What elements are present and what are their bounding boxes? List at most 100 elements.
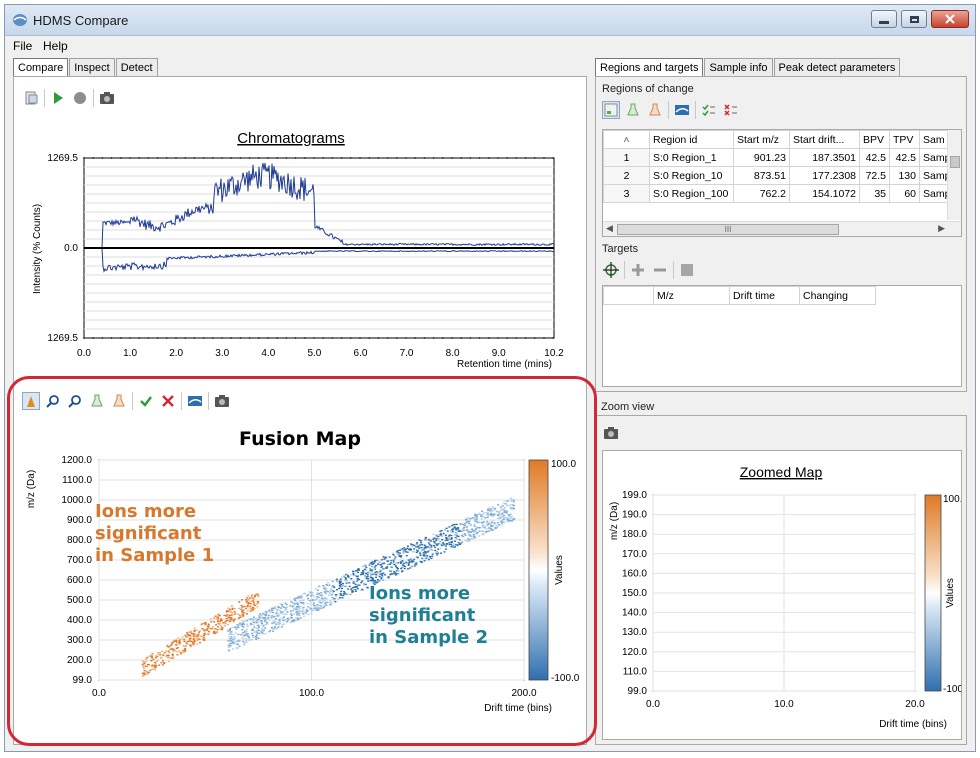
flask-green-button[interactable] (88, 392, 106, 410)
map-view-button[interactable] (186, 392, 204, 410)
column-header[interactable]: TPV (889, 130, 920, 149)
reject-button[interactable] (159, 392, 177, 410)
data-point-sample2 (338, 587, 341, 590)
tick-dot (368, 157, 371, 159)
data-point-sample1 (160, 656, 163, 659)
data-point-sample2 (361, 580, 364, 582)
column-header[interactable] (603, 286, 654, 305)
menu-file[interactable]: File (13, 39, 32, 53)
data-point-sample2 (452, 523, 455, 526)
regions-map-button[interactable] (673, 101, 691, 119)
data-point-sample1 (252, 597, 255, 599)
accept-all-button[interactable] (700, 101, 718, 119)
regions-vertical-scrollbar[interactable] (947, 130, 961, 220)
minimize-button[interactable] (871, 10, 897, 28)
zoomed-map-x-ticks: 0.0 10.0 20.0 (646, 699, 925, 710)
cross-icon (162, 395, 174, 407)
tab-sample-info[interactable]: Sample info (704, 58, 773, 76)
data-point-sample2 (345, 586, 348, 588)
scroll-left-icon[interactable]: ◀ (606, 223, 613, 234)
chromatogram-toolbar (22, 89, 120, 107)
regions-horizontal-scrollbar[interactable]: ◀ III ▶ (603, 221, 961, 236)
data-point-sample2 (448, 534, 451, 536)
data-point-sample1 (249, 610, 252, 612)
tab-regions-and-targets[interactable]: Regions and targets (595, 58, 704, 76)
data-point-sample2 (325, 601, 328, 603)
menu-help[interactable]: Help (43, 39, 68, 53)
scrollbar-thumb[interactable] (950, 156, 960, 168)
column-header[interactable]: M/z (653, 286, 730, 305)
target-pick-button[interactable] (602, 261, 620, 279)
data-point-sample2 (357, 571, 360, 574)
data-point-sample2 (245, 623, 248, 625)
close-button[interactable] (931, 10, 969, 28)
accept-button[interactable] (137, 392, 155, 410)
data-point-sample2 (456, 532, 459, 534)
tab-compare[interactable]: Compare (13, 58, 69, 76)
flask-icon (649, 103, 661, 116)
column-header[interactable]: BPV (859, 130, 890, 149)
data-point-sample2 (318, 585, 321, 588)
data-point-sample1 (227, 607, 230, 609)
data-point-sample1 (185, 636, 188, 638)
regions-flask-green-button[interactable] (624, 101, 642, 119)
column-header[interactable]: Changing (799, 286, 876, 305)
data-point-sample2 (431, 553, 434, 555)
data-point-sample2 (480, 518, 483, 520)
data-point-sample2 (436, 554, 439, 556)
data-point-sample2 (298, 614, 301, 616)
data-point-sample1 (146, 656, 149, 659)
data-point-sample1 (195, 637, 198, 639)
scroll-right-icon[interactable]: ▶ (938, 223, 945, 234)
zoom-out-button[interactable] (66, 392, 84, 410)
data-point-sample2 (442, 542, 444, 544)
clear-targets-button[interactable] (678, 261, 696, 279)
add-target-button[interactable] (629, 261, 647, 279)
reject-all-button[interactable] (722, 101, 740, 119)
column-header[interactable]: Start drift... (789, 130, 860, 149)
data-point-sample2 (346, 593, 349, 595)
column-header[interactable]: Drift time (729, 286, 800, 305)
stop-button[interactable] (71, 89, 89, 107)
data-point-sample2 (446, 530, 449, 532)
data-point-sample2 (443, 528, 446, 530)
data-point-sample1 (218, 622, 221, 625)
tab-detect[interactable]: Detect (115, 58, 158, 76)
data-point-sample2 (510, 517, 513, 520)
data-point-sample1 (243, 612, 246, 614)
snapshot-button[interactable] (98, 89, 116, 107)
scrollbar-thumb[interactable]: III (617, 224, 839, 235)
data-point-sample2 (434, 546, 437, 548)
zoom-in-button[interactable] (44, 392, 62, 410)
column-header[interactable]: Region id (649, 130, 734, 149)
tab-inspect[interactable]: Inspect (69, 58, 115, 76)
remove-target-button[interactable] (651, 261, 669, 279)
data-point-sample2 (496, 514, 499, 516)
flask-orange-button[interactable] (110, 392, 128, 410)
table-row[interactable]: 2 S:0 Region_10 873.51 177.2308 72.5 130… (603, 166, 956, 185)
export-button[interactable] (22, 89, 40, 107)
select-tool-button[interactable] (22, 392, 40, 410)
chromatogram-ylabel: Intensity (% Counts) (32, 204, 43, 294)
regions-view-button[interactable] (602, 101, 620, 119)
data-point-sample2 (432, 541, 435, 543)
data-point-sample2 (328, 594, 331, 596)
maximize-button[interactable] (901, 10, 927, 28)
table-row[interactable]: 3 S:0 Region_100 762.2 154.1072 35 60 Sa… (603, 184, 956, 203)
column-header[interactable]: Start m/z (733, 130, 790, 149)
y-tick-label: 140.0 (622, 608, 647, 619)
data-point-sample2 (345, 573, 348, 576)
fusion-snapshot-button[interactable] (213, 392, 231, 410)
data-point-sample2 (255, 629, 258, 632)
y-tick-label: 1100.0 (62, 475, 92, 486)
tick-dot (92, 157, 95, 159)
play-button[interactable] (49, 89, 67, 107)
table-row[interactable]: 1 S:0 Region_1 901.23 187.3501 42.5 42.5… (603, 148, 956, 167)
sort-indicator[interactable]: ˄ (603, 130, 650, 149)
tab-peak-detect-parameters[interactable]: Peak detect parameters (773, 58, 901, 76)
zoom-snapshot-button[interactable] (602, 424, 620, 442)
regions-flask-orange-button[interactable] (646, 101, 664, 119)
zoomed-map-y-ticks: 199.0 190.0 180.0 170.0 160.0 150.0 140.0 130.0… (622, 490, 647, 697)
grid-view-icon (604, 103, 618, 117)
data-point-sample2 (482, 512, 485, 514)
